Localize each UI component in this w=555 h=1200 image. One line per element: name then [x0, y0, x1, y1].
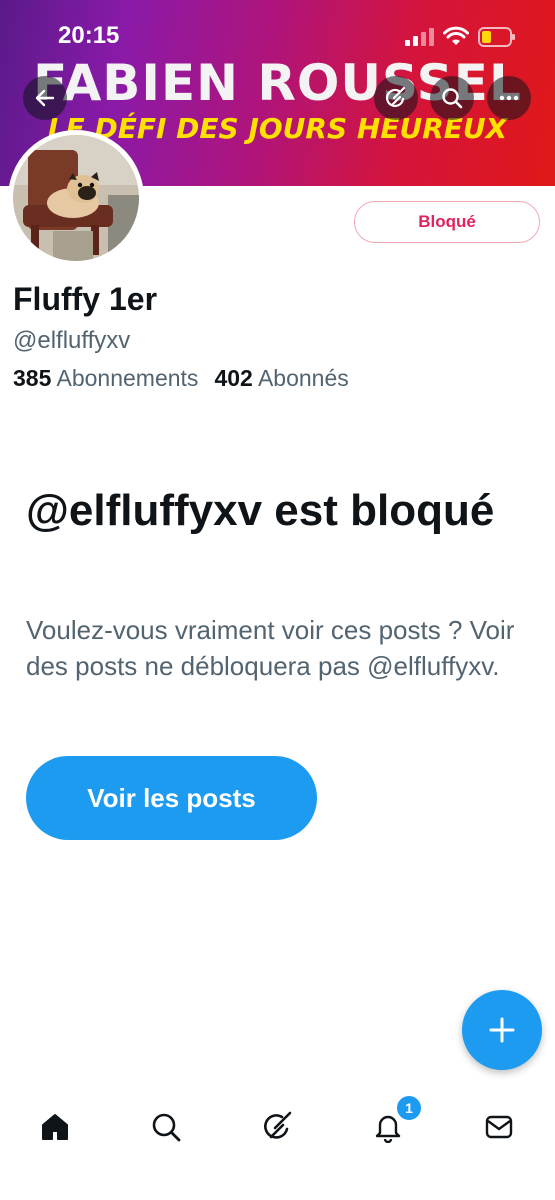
tab-search[interactable]: [136, 1102, 196, 1152]
grok-button[interactable]: [374, 76, 418, 120]
tab-messages[interactable]: [469, 1102, 529, 1152]
more-button[interactable]: [487, 76, 531, 120]
battery-icon: [478, 27, 515, 47]
profile-avatar[interactable]: [8, 130, 144, 266]
tab-home[interactable]: [25, 1102, 85, 1152]
view-posts-button[interactable]: Voir les posts: [26, 756, 317, 840]
display-name: Fluffy 1er: [13, 281, 158, 317]
grok-icon: [386, 86, 406, 108]
blocked-button[interactable]: Bloqué: [354, 201, 540, 243]
bottom-tab-bar: [0, 1080, 555, 1200]
search-icon: [152, 1113, 181, 1142]
pug-photo: [13, 135, 139, 261]
profile-handle: @elfluffyxv: [13, 327, 131, 354]
more-icon: [499, 95, 519, 101]
follow-stats: 385 Abonnements 402 Abonnés: [13, 365, 349, 392]
followers-link[interactable]: 402 Abonnés: [214, 365, 348, 391]
plus-icon: [489, 1017, 515, 1043]
notification-badge: 1: [395, 1094, 423, 1122]
search-button[interactable]: [430, 76, 474, 120]
following-count: 385: [13, 365, 52, 391]
home-icon: [42, 1114, 68, 1140]
back-arrow-icon: [35, 89, 55, 107]
grok-icon: [264, 1111, 292, 1139]
followers-label: Abonnés: [257, 365, 349, 391]
blocked-subtitle: Voulez-vous vraiment voir ces posts ? Vo…: [26, 615, 515, 681]
followers-count: 402: [214, 365, 253, 391]
wifi-icon: [443, 26, 469, 45]
status-time: 20:15: [58, 22, 120, 49]
search-icon: [442, 88, 463, 109]
compose-button[interactable]: [462, 990, 542, 1070]
back-button[interactable]: [23, 76, 67, 120]
following-link[interactable]: 385 Abonnements: [13, 365, 198, 391]
status-bar: 20:15: [0, 0, 555, 70]
tab-grok[interactable]: [247, 1102, 307, 1152]
blocked-title: @elfluffyxv est bloqué: [26, 486, 495, 535]
following-label: Abonnements: [56, 365, 199, 391]
messages-icon: [485, 1115, 513, 1139]
signal-icon: [405, 28, 434, 46]
